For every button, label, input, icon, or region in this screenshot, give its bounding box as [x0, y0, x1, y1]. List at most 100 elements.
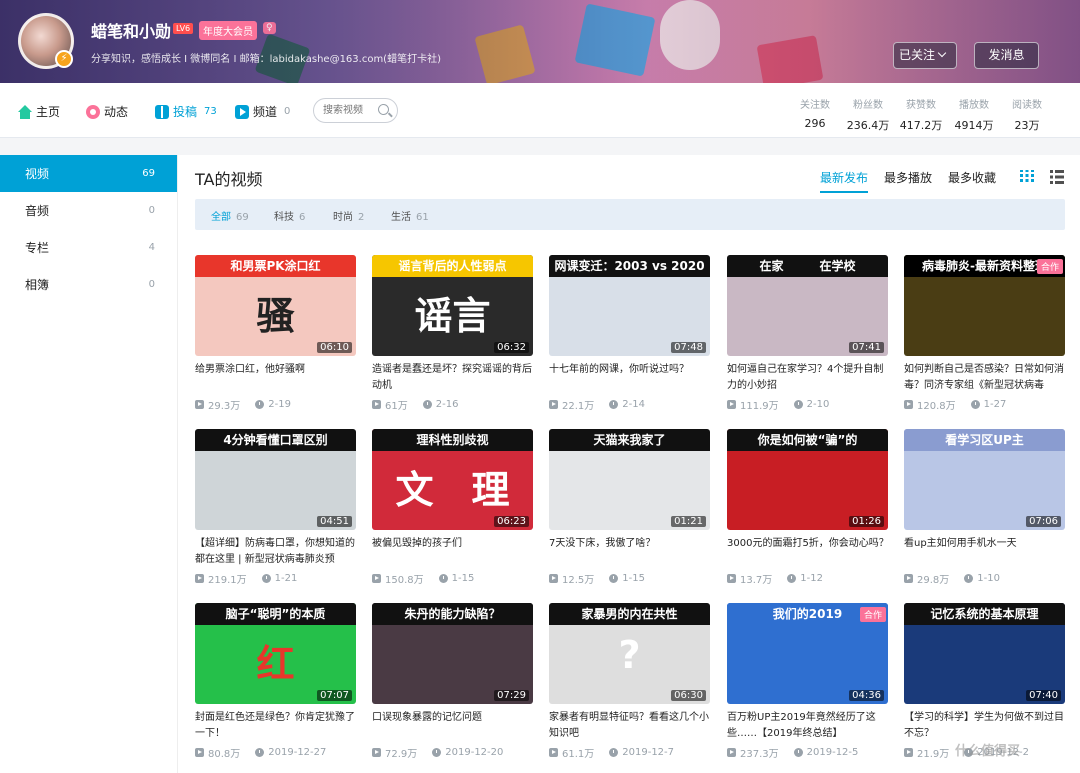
video-title[interactable]: 看up主如何用手机水一天 [904, 536, 1067, 568]
tab-submissions-label: 投稿 [173, 105, 198, 119]
sort-latest[interactable]: 最新发布 [820, 169, 869, 193]
play-icon [549, 748, 558, 757]
tab-submissions[interactable]: 投稿 73 [155, 103, 217, 120]
video-card[interactable]: 朱丹的能力缺陷？ 07:29 口误现象暴露的记忆问题 72.9万 2019-12-… [372, 603, 533, 760]
video-thumbnail[interactable]: 和男票PK涂口红骚 06:10 [195, 255, 356, 356]
stat-item[interactable]: 粉丝数 236.4万 [840, 96, 896, 133]
thumbnail-caption: 网课变迁：2003 vs 2020 [549, 255, 710, 277]
video-thumbnail[interactable]: 朱丹的能力缺陷？ 07:29 [372, 603, 533, 704]
video-card[interactable]: 4分钟看懂口罩区别 04:51 【超详细】防病毒口罩，你想知道的都在这里 | 新型… [195, 429, 356, 586]
video-card[interactable]: 谣言背后的人性弱点 谣言 06:32 造谣者是蠢还是坏？探究谣谣的背后动机 61万 … [372, 255, 533, 412]
sidebar-item[interactable]: 音频 0 [0, 192, 177, 229]
video-thumbnail[interactable]: 你是如何被“骗”的 01:26 [727, 429, 888, 530]
video-thumbnail[interactable]: 天猫来我家了 01:21 [549, 429, 710, 530]
sort-most-favorited[interactable]: 最多收藏 [948, 169, 996, 186]
sidebar-item-count: 0 [148, 205, 155, 216]
video-thumbnail[interactable]: 网课变迁：2003 vs 2020 07:48 [549, 255, 710, 356]
sidebar-item[interactable]: 相簿 0 [0, 266, 177, 303]
stat-item[interactable]: 获赞数 417.2万 [893, 96, 949, 133]
sidebar-item-count: 0 [148, 279, 155, 290]
play-count: 80.8万 [195, 745, 240, 760]
stat-value: 417.2万 [899, 119, 943, 132]
video-thumbnail[interactable]: 谣言背后的人性弱点 谣言 06:32 [372, 255, 533, 356]
video-card[interactable]: 和男票PK涂口红骚 06:10 给男票涂口红，他好骚啊 29.3万 2-19 [195, 255, 356, 412]
filter-item[interactable]: 全部 69 [211, 208, 249, 223]
video-title[interactable]: 7天没下床，我傲了啥？ [549, 536, 712, 568]
sidebar-item[interactable]: 视频 69 [0, 155, 177, 192]
video-duration: 06:30 [671, 690, 706, 701]
video-title[interactable]: 给男票涂口红，他好骚啊 [195, 362, 358, 394]
video-thumbnail[interactable]: 看学习区UP主 07:06 [904, 429, 1065, 530]
search-input[interactable] [323, 99, 383, 122]
following-button[interactable]: 已关注 [893, 42, 957, 69]
thumbnail-caption: 谣言背后的人性弱点 [372, 255, 533, 277]
video-title[interactable]: 【超详细】防病毒口罩，你想知道的都在这里 | 新型冠状病毒肺炎预 [195, 536, 358, 568]
video-duration: 07:48 [671, 342, 706, 353]
video-card[interactable]: 你是如何被“骗”的 01:26 3000元的面霜打5折，你会动心吗？ 13.7万 … [727, 429, 890, 586]
video-title[interactable]: 家暴者有明显特征吗？看看这几个小知识吧 [549, 710, 712, 742]
video-thumbnail[interactable]: 理科性别歧视文 理 06:23 [372, 429, 533, 530]
video-title[interactable]: 被偏见毁掉的孩子们 [372, 536, 535, 568]
submissions-icon [155, 104, 169, 119]
video-meta: 12.5万 1-15 [549, 571, 710, 586]
video-title[interactable]: 如何判断自己是否感染？日常如何消毒？同济专家组《新型冠状病毒 [904, 362, 1067, 394]
video-title[interactable]: 【学习的科学】学生为何做不到过目不忘？ [904, 710, 1067, 742]
video-title[interactable]: 百万粉UP主2019年竟然经历了这些……【2019年终总结】 [727, 710, 890, 742]
video-card[interactable]: 记忆系统的基本原理 07:40 【学习的科学】学生为何做不到过目不忘？ 21.9万… [904, 603, 1065, 760]
search-icon[interactable] [378, 104, 389, 115]
video-thumbnail[interactable]: 4分钟看懂口罩区别 04:51 [195, 429, 356, 530]
stat-item[interactable]: 播放数 4914万 [946, 96, 1002, 133]
video-thumbnail[interactable]: 记忆系统的基本原理 07:40 [904, 603, 1065, 704]
video-thumbnail[interactable]: 脑子“聪明”的本质红 07:07 [195, 603, 356, 704]
play-count-value: 61.1万 [562, 749, 595, 760]
video-title[interactable]: 十七年前的网课，你听说过吗？ [549, 362, 712, 394]
stat-label: 阅读数 [1012, 100, 1042, 111]
tab-channels[interactable]: 频道 0 [235, 103, 290, 120]
list-view-icon[interactable] [1050, 170, 1064, 184]
stat-value: 4914万 [954, 119, 994, 132]
video-meta: 150.8万 1-15 [372, 571, 533, 586]
clock-icon [438, 574, 448, 583]
filter-label: 时尚 [333, 212, 353, 223]
filter-label: 科技 [274, 212, 294, 223]
tab-submissions-count: 73 [204, 106, 217, 117]
video-title[interactable]: 如何逼自己在家学习？4个提升自制力的小妙招 [727, 362, 890, 394]
video-thumbnail[interactable]: 家暴男的内在共性? 06:30 [549, 603, 710, 704]
video-card[interactable]: 病毒肺炎-最新资料整理 合作 如何判断自己是否感染？日常如何消毒？同济专家组《新型… [904, 255, 1065, 412]
video-card[interactable]: 网课变迁：2003 vs 2020 07:48 十七年前的网课，你听说过吗？ 22… [549, 255, 710, 412]
filter-item[interactable]: 科技 6 [274, 208, 305, 223]
video-card[interactable]: 理科性别歧视文 理 06:23 被偏见毁掉的孩子们 150.8万 1-15 [372, 429, 533, 586]
video-card[interactable]: 天猫来我家了 01:21 7天没下床，我傲了啥？ 12.5万 1-15 [549, 429, 710, 586]
video-title[interactable]: 造谣者是蠢还是坏？探究谣谣的背后动机 [372, 362, 535, 394]
stat-item[interactable]: 关注数 296 [787, 96, 843, 130]
video-title[interactable]: 封面是红色还是绿色？你肯定犹豫了一下！ [195, 710, 358, 742]
clock-icon [609, 748, 619, 757]
publish-date: 2-10 [793, 397, 829, 412]
video-card[interactable]: 脑子“聪明”的本质红 07:07 封面是红色还是绿色？你肯定犹豫了一下！ 80.8… [195, 603, 356, 760]
video-title[interactable]: 3000元的面霜打5折，你会动心吗？ [727, 536, 890, 568]
play-count-value: 29.8万 [917, 575, 950, 586]
tab-dynamic[interactable]: 动态 [86, 103, 128, 120]
stat-item[interactable]: 阅读数 23万 [999, 96, 1055, 133]
content-type-sidebar: 视频 69 音频 0 专栏 4 相簿 0 [0, 155, 177, 773]
filter-item[interactable]: 时尚 2 [333, 208, 364, 223]
publish-date-value: 2019-12-5 [806, 747, 859, 758]
video-card[interactable]: 家暴男的内在共性? 06:30 家暴者有明显特征吗？看看这几个小知识吧 61.1万… [549, 603, 710, 760]
sidebar-item-count: 4 [148, 242, 155, 253]
video-title[interactable]: 口误现象暴露的记忆问题 [372, 710, 535, 742]
play-count-value: 72.9万 [385, 749, 418, 760]
video-card[interactable]: 我们的2019 合作 04:36 百万粉UP主2019年竟然经历了这些……【2019… [727, 603, 888, 760]
sidebar-item[interactable]: 专栏 4 [0, 229, 177, 266]
video-thumbnail[interactable]: 在家 在学校 07:41 [727, 255, 888, 356]
video-card[interactable]: 看学习区UP主 07:06 看up主如何用手机水一天 29.8万 1-10 [904, 429, 1065, 586]
video-thumbnail[interactable]: 我们的2019 合作 04:36 [727, 603, 888, 704]
send-message-button[interactable]: 发消息 [974, 42, 1039, 69]
video-thumbnail[interactable]: 病毒肺炎-最新资料整理 合作 [904, 255, 1065, 356]
sidebar-item-label: 相簿 [25, 278, 50, 292]
grid-view-icon[interactable] [1020, 170, 1034, 184]
publish-date-value: 1-15 [451, 573, 475, 584]
filter-item[interactable]: 生活 61 [391, 208, 429, 223]
tab-home[interactable]: 主页 [18, 103, 60, 120]
video-card[interactable]: 在家 在学校 07:41 如何逼自己在家学习？4个提升自制力的小妙招 111.9万… [727, 255, 888, 412]
sort-most-played[interactable]: 最多播放 [884, 169, 932, 186]
